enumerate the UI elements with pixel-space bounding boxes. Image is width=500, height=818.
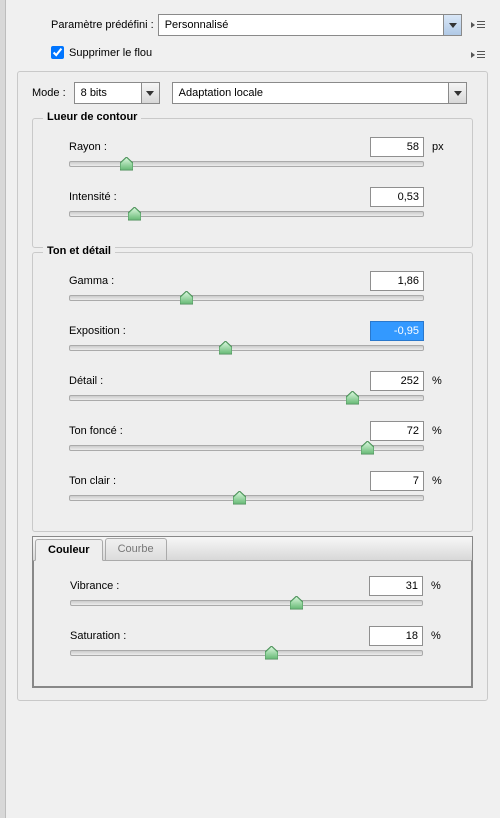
gamma-input[interactable] <box>370 271 424 291</box>
radius-label: Rayon : <box>69 141 370 153</box>
saturation-label: Saturation : <box>70 630 369 642</box>
chevron-down-icon <box>443 15 461 35</box>
tone-detail-title: Ton et détail <box>43 245 115 257</box>
radius-input[interactable] <box>370 137 424 157</box>
slider-thumb-icon[interactable] <box>265 646 278 660</box>
method-dropdown[interactable]: Adaptation locale <box>172 82 467 104</box>
preset-row: Paramètre prédéfini : Personnalisé <box>17 14 488 36</box>
saturation-input[interactable] <box>369 626 423 646</box>
highlight-label: Ton clair : <box>69 475 370 487</box>
bits-value: 8 bits <box>81 87 107 99</box>
vibrance-track[interactable] <box>70 600 423 606</box>
mode-row: Mode : 8 bits Adaptation locale <box>32 82 473 104</box>
hdr-toning-panel: Paramètre prédéfini : Personnalisé Suppr… <box>7 0 498 818</box>
shadow-track[interactable] <box>69 445 424 451</box>
preset-label: Paramètre prédéfini : <box>17 19 154 31</box>
remove-blur-menu-button[interactable] <box>468 50 488 60</box>
slider-thumb-icon[interactable] <box>290 596 303 610</box>
menu-icon <box>471 50 485 60</box>
remove-blur-input[interactable] <box>51 46 64 59</box>
highlight-slider-block: Ton clair : % <box>69 471 452 501</box>
edge-glow-title: Lueur de contour <box>43 111 141 123</box>
chevron-down-icon <box>141 83 159 103</box>
preset-dropdown[interactable]: Personnalisé <box>158 14 462 36</box>
tab-color[interactable]: Couleur <box>35 539 103 561</box>
bits-dropdown[interactable]: 8 bits <box>74 82 160 104</box>
remove-blur-label: Supprimer le flou <box>69 47 152 59</box>
strength-input[interactable] <box>370 187 424 207</box>
settings-group: Mode : 8 bits Adaptation locale Lueur de… <box>17 71 488 701</box>
menu-icon <box>471 20 485 30</box>
saturation-unit: % <box>431 630 451 642</box>
chevron-down-icon <box>448 83 466 103</box>
strength-label: Intensité : <box>69 191 370 203</box>
shadow-input[interactable] <box>370 421 424 441</box>
vibrance-label: Vibrance : <box>70 580 369 592</box>
detail-slider-block: Détail : % <box>69 371 452 401</box>
slider-thumb-icon[interactable] <box>346 391 359 405</box>
edge-glow-group: Lueur de contour Rayon : px Int <box>32 118 473 248</box>
gamma-slider-block: Gamma : <box>69 271 452 301</box>
shadow-label: Ton foncé : <box>69 425 370 437</box>
tabs-head: Couleur Courbe <box>33 537 472 561</box>
panel-left-border <box>0 0 6 818</box>
highlight-unit: % <box>432 475 452 487</box>
exposure-input[interactable] <box>370 321 424 341</box>
method-value: Adaptation locale <box>179 87 263 99</box>
remove-blur-checkbox[interactable]: Supprimer le flou <box>51 46 152 59</box>
color-curve-group: Couleur Courbe Vibrance : % Saturation :… <box>32 536 473 688</box>
detail-unit: % <box>432 375 452 387</box>
exposure-label: Exposition : <box>69 325 370 337</box>
detail-input[interactable] <box>370 371 424 391</box>
strength-track[interactable] <box>69 211 424 217</box>
exposure-track[interactable] <box>69 345 424 351</box>
exposure-slider-block: Exposition : <box>69 321 452 351</box>
slider-thumb-icon[interactable] <box>180 291 193 305</box>
slider-thumb-icon[interactable] <box>233 491 246 505</box>
detail-track[interactable] <box>69 395 424 401</box>
tone-detail-group: Ton et détail Gamma : Exposition : <box>32 252 473 532</box>
shadow-unit: % <box>432 425 452 437</box>
shadow-slider-block: Ton foncé : % <box>69 421 452 451</box>
slider-thumb-icon[interactable] <box>361 441 374 455</box>
slider-thumb-icon[interactable] <box>219 341 232 355</box>
mode-label: Mode : <box>32 87 66 99</box>
slider-thumb-icon[interactable] <box>128 207 141 221</box>
remove-blur-row: Supprimer le flou <box>17 46 488 63</box>
preset-value: Personnalisé <box>165 19 229 31</box>
saturation-slider-block: Saturation : % <box>70 626 451 656</box>
preset-menu-button[interactable] <box>468 20 488 30</box>
saturation-track[interactable] <box>70 650 423 656</box>
vibrance-input[interactable] <box>369 576 423 596</box>
vibrance-unit: % <box>431 580 451 592</box>
detail-label: Détail : <box>69 375 370 387</box>
strength-slider-block: Intensité : <box>69 187 452 217</box>
radius-unit: px <box>432 141 452 153</box>
radius-slider-block: Rayon : px <box>69 137 452 167</box>
highlight-track[interactable] <box>69 495 424 501</box>
slider-thumb-icon[interactable] <box>120 157 133 171</box>
tab-curve[interactable]: Courbe <box>105 538 167 560</box>
radius-track[interactable] <box>69 161 424 167</box>
gamma-track[interactable] <box>69 295 424 301</box>
gamma-label: Gamma : <box>69 275 370 287</box>
highlight-input[interactable] <box>370 471 424 491</box>
vibrance-slider-block: Vibrance : % <box>70 576 451 606</box>
